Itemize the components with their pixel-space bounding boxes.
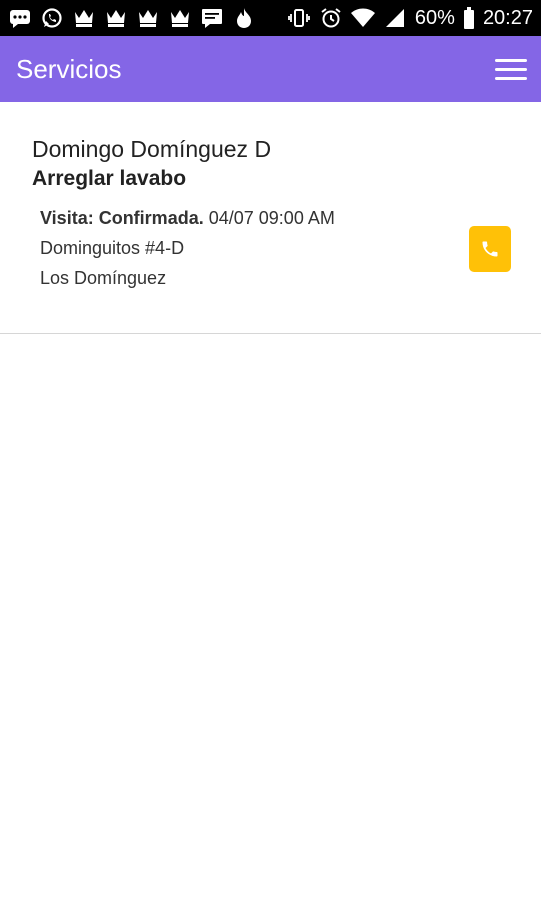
chat-icon <box>200 6 224 30</box>
crown-icon <box>168 6 192 30</box>
hamburger-icon-bar <box>495 67 527 71</box>
whatsapp-icon <box>40 6 64 30</box>
hamburger-icon-bar <box>495 58 527 62</box>
app-bar: Servicios <box>0 36 541 102</box>
call-button[interactable] <box>469 226 511 272</box>
alarm-icon <box>319 6 343 30</box>
wifi-icon <box>350 6 375 30</box>
visit-label: Visita: Confirmada. <box>40 208 204 228</box>
page-title: Servicios <box>16 53 122 84</box>
service-card[interactable]: Domingo Domínguez D Arreglar lavabo Visi… <box>0 102 541 334</box>
phone-icon <box>482 241 498 257</box>
status-bar: 60% 20:27 <box>0 0 541 36</box>
messages-icon <box>8 6 32 30</box>
service-title: Arreglar lavabo <box>32 167 187 190</box>
fire-icon <box>232 6 256 30</box>
signal-icon <box>383 6 407 30</box>
crown-icon <box>104 6 128 30</box>
battery-icon <box>463 6 475 30</box>
service-address: Dominguitos #4-D <box>40 238 185 258</box>
crown-icon <box>72 6 96 30</box>
menu-button[interactable] <box>495 53 527 85</box>
visit-status: Visita: Confirmada. 04/07 09:00 AM <box>40 203 511 233</box>
hamburger-icon-bar <box>495 76 527 80</box>
battery-percentage: 60% <box>414 6 455 29</box>
clock: 20:27 <box>482 6 533 29</box>
notification-icons <box>8 6 256 30</box>
client-name: Domingo Domínguez D <box>32 136 272 162</box>
vibrate-icon <box>287 6 311 30</box>
visit-datetime: 04/07 09:00 AM <box>208 208 335 228</box>
crown-icon <box>136 6 160 30</box>
service-area: Los Domínguez <box>40 268 167 288</box>
system-status: 60% 20:27 <box>287 6 533 30</box>
